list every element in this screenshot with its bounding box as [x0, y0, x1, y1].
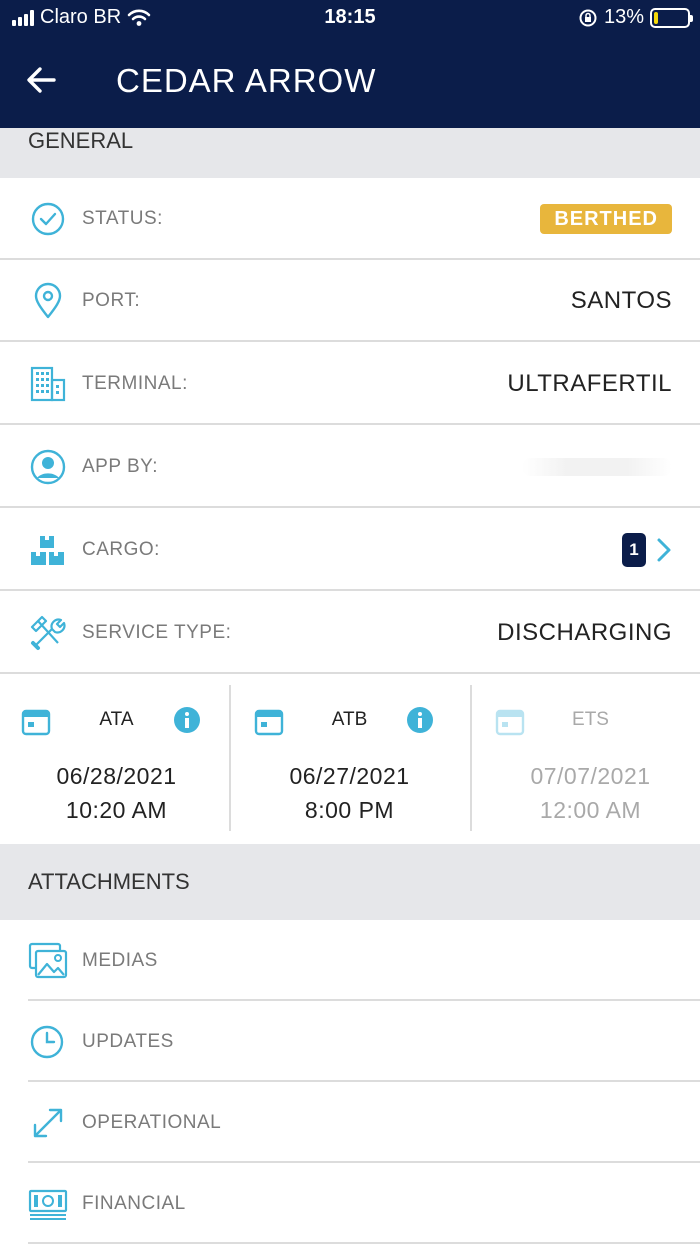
back-arrow-icon[interactable]: [22, 60, 62, 100]
divider: [470, 685, 472, 831]
date-ets: ETS 07/07/2021 12:00 AM: [474, 685, 700, 831]
attachment-operational[interactable]: OPERATIONAL: [28, 1082, 700, 1163]
battery-icon: [650, 7, 693, 28]
port-value: SANTOS: [570, 287, 672, 314]
date-atb-date: 06/27/2021: [289, 763, 410, 789]
status-bar: Claro BR 18:15 13%: [0, 0, 700, 36]
dates-panel: ATA 06/28/2021 10:20 AM ATB 06/27/2021 8…: [0, 675, 700, 843]
terminal-row: TERMINAL: ULTRAFERTIL: [0, 343, 700, 425]
check-circle-icon: [31, 202, 65, 236]
user-circle-icon: [30, 449, 66, 485]
orientation-lock-icon: [579, 9, 597, 26]
attachment-financial-label: FINANCIAL: [82, 1193, 186, 1214]
cargo-row[interactable]: CARGO: 1: [0, 509, 700, 591]
date-atb: ATB 06/27/2021 8:00 PM: [233, 685, 466, 831]
section-attachments-header: ATTACHMENTS: [0, 844, 700, 920]
info-icon[interactable]: [406, 706, 434, 734]
app-by-row: APP BY:: [0, 426, 700, 508]
building-icon: [30, 366, 66, 402]
terminal-value: ULTRAFERTIL: [507, 370, 672, 397]
date-ets-label: ETS: [572, 709, 609, 730]
clock-icon: [30, 1025, 64, 1059]
location-pin-icon: [34, 282, 62, 319]
service-type-label: SERVICE TYPE:: [82, 622, 232, 643]
status-row: STATUS: BERTHED: [0, 178, 700, 260]
tools-icon: [30, 615, 66, 650]
section-general-header: GENERAL: [0, 128, 700, 178]
images-icon: [28, 942, 68, 979]
status-badge: BERTHED: [540, 204, 672, 234]
money-icon: [28, 1189, 68, 1220]
date-ets-time: 12:00 AM: [539, 797, 642, 823]
divider: [229, 685, 231, 831]
app-header: Claro BR 18:15 13% CEDAR ARROW: [0, 0, 700, 128]
app-by-label: APP BY:: [82, 456, 159, 477]
port-label: PORT:: [82, 290, 141, 311]
battery-info: 13%: [578, 6, 693, 29]
date-ata: ATA 06/28/2021 10:20 AM: [0, 685, 233, 831]
section-general-title: GENERAL: [28, 128, 134, 153]
cargo-label: CARGO:: [82, 539, 160, 560]
attachment-updates-label: UPDATES: [82, 1031, 174, 1052]
boxes-icon: [31, 536, 64, 565]
nav-bar: CEDAR ARROW: [0, 40, 700, 124]
date-ets-date: 07/07/2021: [530, 763, 651, 789]
app-by-value-redacted: [522, 458, 672, 476]
terminal-label: TERMINAL:: [82, 373, 188, 394]
attachment-updates[interactable]: UPDATES: [28, 1001, 700, 1082]
service-type-row: SERVICE TYPE: DISCHARGING: [0, 592, 700, 674]
attachment-medias[interactable]: MEDIAS: [28, 920, 700, 1001]
info-icon[interactable]: [173, 706, 201, 734]
cargo-count-badge: 1: [622, 533, 646, 567]
attachment-financial[interactable]: FINANCIAL: [28, 1163, 700, 1244]
date-ata-date: 06/28/2021: [56, 763, 177, 789]
attachment-medias-label: MEDIAS: [82, 950, 158, 971]
status-label: STATUS:: [82, 208, 163, 229]
date-atb-time: 8:00 PM: [304, 797, 395, 823]
attachment-operational-label: OPERATIONAL: [82, 1112, 222, 1133]
page-title: CEDAR ARROW: [116, 62, 377, 99]
service-type-value: DISCHARGING: [497, 619, 672, 646]
battery-level: [654, 11, 659, 24]
port-row: PORT: SANTOS: [0, 260, 700, 342]
battery-percent: 13%: [603, 6, 644, 28]
chevron-right-icon[interactable]: [654, 537, 674, 563]
expand-arrows-icon: [33, 1108, 63, 1138]
date-ata-time: 10:20 AM: [65, 797, 168, 823]
